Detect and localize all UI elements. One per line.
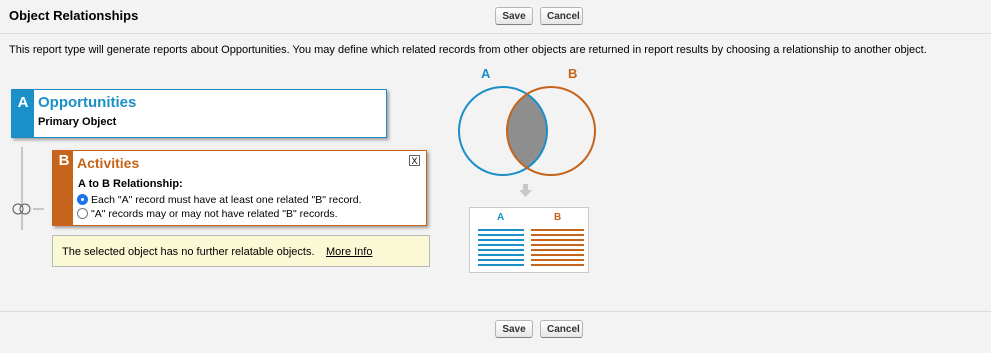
related-object-name: Activities — [77, 155, 140, 171]
venn-label-b: B — [568, 66, 577, 81]
primary-object-subtitle: Primary Object — [38, 116, 117, 128]
object-a-strip: A — [12, 90, 34, 137]
arrow-down-icon — [519, 184, 532, 197]
footer-save-button[interactable]: Save — [495, 320, 533, 338]
remove-object-button[interactable]: X — [409, 155, 420, 166]
save-button[interactable]: Save — [495, 7, 533, 25]
result-table-preview: A B — [469, 207, 589, 273]
link-rings-icon — [12, 203, 31, 215]
more-info-link[interactable]: More Info — [326, 246, 372, 258]
option-required-label: Each "A" record must have at least one r… — [91, 193, 362, 206]
info-message: The selected object has no further relat… — [52, 235, 430, 267]
venn-label-a: A — [481, 66, 491, 81]
relationship-label: A to B Relationship: — [78, 178, 183, 190]
relationship-option-optional[interactable]: "A" records may or may not have related … — [77, 207, 338, 220]
venn-diagram: A B — [458, 66, 596, 176]
object-a-letter: A — [17, 94, 29, 111]
radio-required[interactable] — [77, 194, 88, 205]
info-text: The selected object has no further relat… — [62, 246, 315, 258]
page-header: Object Relationships Save Cancel — [0, 0, 991, 34]
table-rows-graphic — [478, 229, 584, 266]
description-text: This report type will generate reports a… — [9, 44, 927, 56]
object-b-strip: B — [53, 151, 73, 225]
related-object-card: B Activities X A to B Relationship: Each… — [52, 150, 427, 226]
footer-cancel-button[interactable]: Cancel — [540, 320, 583, 338]
page-footer: Save Cancel — [0, 311, 991, 353]
relationship-option-required[interactable]: Each "A" record must have at least one r… — [77, 193, 362, 206]
primary-object-name: Opportunities — [38, 94, 137, 111]
primary-object-card: A Opportunities Primary Object — [11, 89, 387, 138]
cancel-button[interactable]: Cancel — [540, 7, 583, 25]
option-optional-label: "A" records may or may not have related … — [91, 207, 338, 220]
object-b-letter: B — [58, 152, 70, 169]
radio-optional[interactable] — [77, 208, 88, 219]
